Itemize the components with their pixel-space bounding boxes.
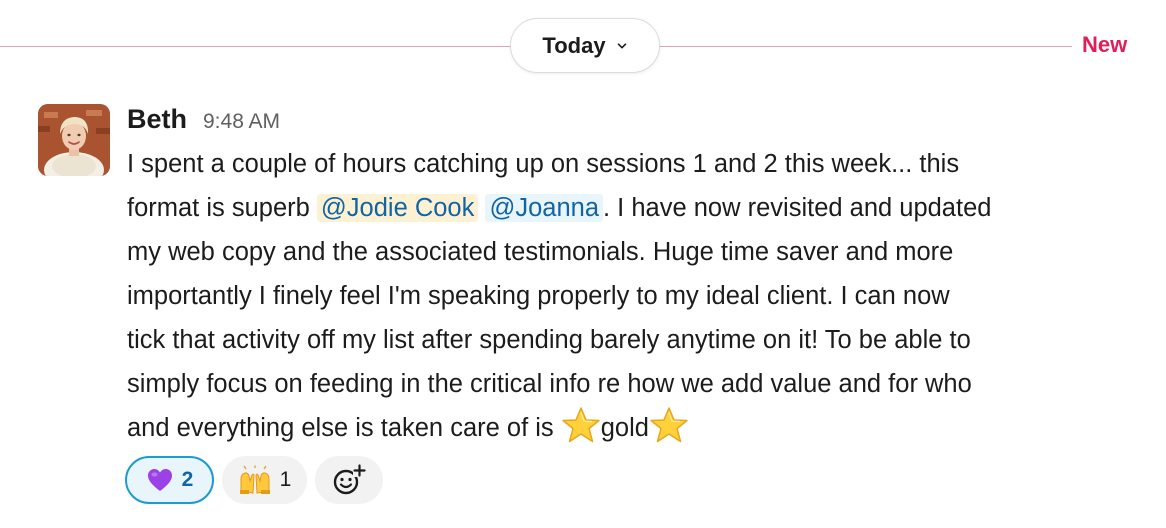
user-mention-joanna[interactable]: @Joanna <box>485 194 604 222</box>
message-text: format is superb <box>127 194 317 222</box>
reaction-count: 2 <box>181 468 194 491</box>
message-pane: Today New Beth 9:48 AM I spent a couple … <box>0 0 1166 528</box>
avatar[interactable] <box>38 104 110 176</box>
message-line: format is superb @Jodie Cook @Joanna. I … <box>127 186 1147 230</box>
reaction-count: 1 <box>279 468 292 491</box>
star-icon <box>562 407 600 443</box>
date-jump-button[interactable]: Today <box>510 18 660 73</box>
message-line: simply focus on feeding in the critical … <box>127 370 972 398</box>
user-photo-avatar-icon <box>38 104 110 176</box>
user-mention-jodie[interactable]: @Jodie Cook <box>316 194 479 222</box>
star-icon <box>650 407 688 443</box>
message-line: tick that activity off my list after spe… <box>127 326 971 354</box>
new-messages-label: New <box>1082 32 1128 57</box>
message-text: gold <box>600 414 649 442</box>
message-line: my web copy and the associated testimoni… <box>127 238 954 266</box>
message-header: Beth 9:48 AM <box>127 104 280 135</box>
message-line: importantly I finely feel I'm speaking p… <box>127 282 950 310</box>
message-line: and everything else is taken care of is … <box>127 406 1147 450</box>
raised-hands-icon <box>239 465 270 494</box>
date-label: Today <box>542 32 606 58</box>
message-body: I spent a couple of hours catching up on… <box>127 142 1147 450</box>
message-line: I spent a couple of hours catching up on… <box>127 150 960 178</box>
message-timestamp[interactable]: 9:48 AM <box>203 110 280 134</box>
reaction-purple-heart[interactable]: 2 <box>125 456 214 504</box>
date-divider-line-right <box>660 46 1072 47</box>
chevron-down-icon <box>617 42 626 48</box>
reaction-raised-hands[interactable]: 1 <box>222 456 307 504</box>
message-text: and everything else is taken care of is <box>127 414 561 442</box>
add-reaction-button[interactable] <box>315 456 383 504</box>
add-reaction-icon <box>333 464 366 495</box>
purple-heart-icon <box>147 469 172 491</box>
reactions-bar: 2 1 <box>125 456 383 504</box>
date-divider-line-left <box>0 46 512 47</box>
author-name[interactable]: Beth <box>127 104 187 135</box>
message-text: . I have now revisited and updated <box>603 194 992 222</box>
